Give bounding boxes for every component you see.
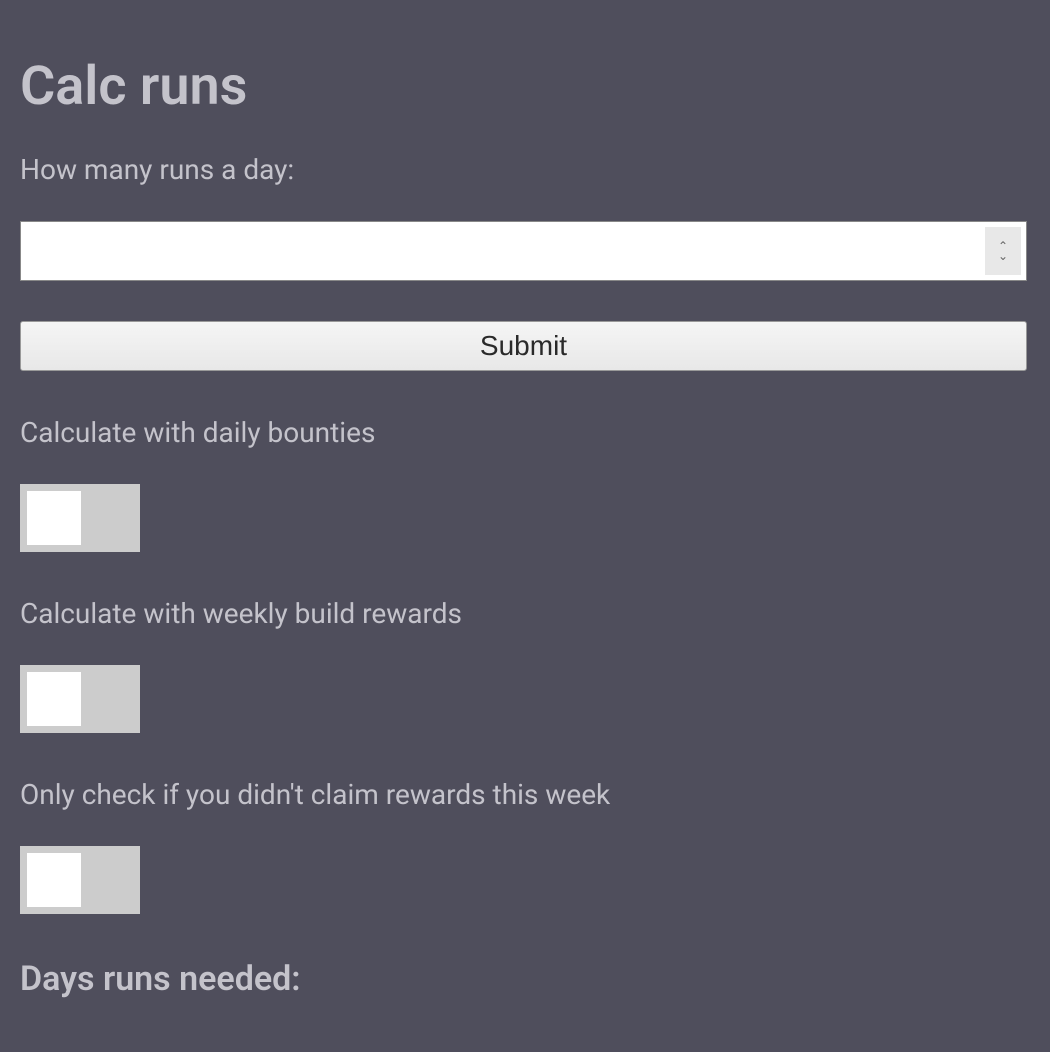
runs-input-wrapper: ⌃ ⌄	[20, 221, 1027, 281]
submit-button[interactable]: Submit	[20, 321, 1027, 371]
page-title: Calc runs	[20, 55, 1030, 118]
weekly-build-label: Calculate with weekly build rewards	[20, 597, 1030, 630]
didnt-claim-toggle[interactable]	[20, 846, 140, 914]
weekly-build-toggle[interactable]	[20, 665, 140, 733]
runs-per-day-input[interactable]	[20, 221, 1027, 281]
toggle-knob	[27, 853, 81, 907]
didnt-claim-label: Only check if you didn't claim rewards t…	[20, 778, 1030, 811]
runs-per-day-label: How many runs a day:	[20, 153, 1030, 186]
daily-bounties-toggle[interactable]	[20, 484, 140, 552]
number-spinner[interactable]: ⌃ ⌄	[985, 227, 1021, 275]
daily-bounties-label: Calculate with daily bounties	[20, 416, 1030, 449]
result-heading: Days runs needed:	[20, 959, 1030, 999]
toggle-knob	[27, 491, 81, 545]
chevron-down-icon[interactable]: ⌄	[998, 251, 1008, 261]
toggle-knob	[27, 672, 81, 726]
